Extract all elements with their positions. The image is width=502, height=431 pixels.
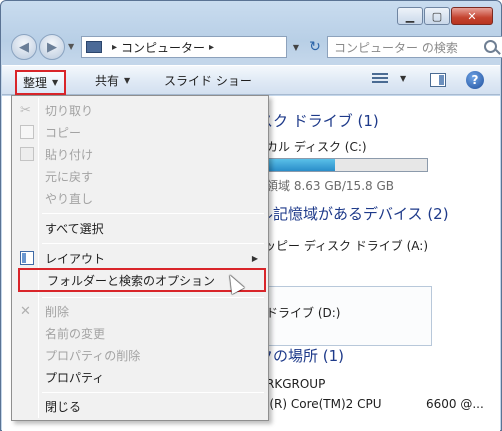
forward-arrow-icon: ▶ (47, 39, 57, 55)
slideshow-label: スライド ショー (164, 74, 252, 88)
back-button[interactable]: ◀ (11, 34, 37, 60)
scissors-icon (20, 103, 34, 117)
organize-label: 整理 (23, 76, 48, 90)
menu-item-select-all[interactable]: すべて選択 (14, 217, 266, 239)
menu-item-label: プロパティの削除 (45, 348, 141, 363)
address-bar[interactable]: ▸ コンピューター ▸ (81, 36, 287, 58)
menu-item-label: コピー (45, 125, 82, 140)
menu-item-layout[interactable]: レイアウト ▶ (14, 247, 266, 269)
address-history-dropdown-icon[interactable]: ▼ (287, 36, 305, 58)
menu-separator (42, 243, 264, 244)
section-header-hard-disk[interactable]: スク ドライブ (1) (258, 110, 379, 131)
computer-icon (86, 41, 102, 53)
refresh-icon[interactable]: ↻ (305, 36, 325, 58)
drive-c-free-space: 領域 8.63 GB/15.8 GB (266, 179, 394, 193)
menu-separator (42, 297, 264, 298)
menu-item-redo[interactable]: やり直し (14, 187, 266, 209)
menu-item-rename[interactable]: 名前の変更 (14, 322, 266, 344)
share-label: 共有 (95, 74, 120, 88)
chevron-down-icon: ▼ (124, 76, 131, 85)
change-view-icon[interactable] (372, 73, 388, 87)
menu-item-label: 元に戻す (45, 169, 94, 184)
minimize-icon: ▁ (405, 9, 415, 23)
floppy-drive-name[interactable]: ッピー ディスク ドライブ (A:) (264, 237, 428, 254)
cpu-info: l(R) Core(TM)2 CPU (266, 397, 382, 411)
menu-item-label: やり直し (45, 191, 94, 206)
delete-icon (20, 304, 34, 318)
menu-item-cut[interactable]: 切り取り (14, 99, 266, 121)
menu-item-label: フォルダーと検索のオプション (47, 273, 216, 288)
menu-item-properties[interactable]: プロパティ (14, 366, 266, 388)
organize-button[interactable]: 整理 ▼ (15, 70, 67, 95)
layout-icon (20, 251, 34, 265)
menu-item-remove-properties[interactable]: プロパティの削除 (14, 344, 266, 366)
maximize-button[interactable]: ▢ (424, 7, 450, 25)
help-icon[interactable]: ? (466, 71, 484, 89)
cpu-speed: 6600 @... (426, 397, 484, 411)
menu-item-label: 名前の変更 (45, 326, 106, 341)
search-input[interactable]: コンピューター の検索 (327, 36, 502, 58)
forward-button[interactable]: ▶ (39, 34, 65, 60)
explorer-window: ▁ ▢ ✕ ◀ ▶ ▼ ▸ コンピューター ▸ ▼ ↻ コンピューター の検索 … (0, 0, 502, 431)
breadcrumb-separator-icon[interactable]: ▸ (209, 42, 214, 53)
dvd-drive-name[interactable]: ドライブ (D:) (266, 304, 340, 321)
minimize-button[interactable]: ▁ (397, 7, 423, 25)
copy-icon (20, 125, 34, 139)
slideshow-button[interactable]: スライド ショー (164, 72, 252, 89)
menu-item-label: プロパティ (45, 370, 105, 385)
command-bar: 整理 ▼ 共有 ▼ スライド ショー ▼ ? (2, 65, 500, 95)
back-arrow-icon: ◀ (19, 39, 29, 55)
search-placeholder: コンピューター の検索 (334, 40, 458, 55)
drive-c-name[interactable]: カル ディスク (C:) (266, 138, 367, 155)
recent-pages-dropdown-icon[interactable]: ▼ (68, 42, 74, 51)
workgroup-info: RKGROUP (266, 377, 326, 391)
menu-item-label: レイアウト (45, 251, 106, 266)
menu-item-delete[interactable]: 削除 (14, 300, 266, 322)
menu-item-label: 貼り付け (45, 147, 94, 162)
menu-item-undo[interactable]: 元に戻す (14, 165, 266, 187)
organize-dropdown-menu: 切り取り コピー 貼り付け 元に戻す やり直し すべて選択 レイアウト ▶ フォ… (11, 95, 269, 421)
menu-item-paste[interactable]: 貼り付け (14, 143, 266, 165)
drive-c-usage-bar (258, 158, 428, 172)
caption-buttons: ▁ ▢ ✕ (396, 7, 493, 25)
close-icon: ✕ (467, 9, 477, 23)
navigation-bar: ◀ ▶ ▼ ▸ コンピューター ▸ ▼ ↻ コンピューター の検索 (9, 34, 502, 60)
menu-separator (42, 392, 264, 393)
menu-item-copy[interactable]: コピー (14, 121, 266, 143)
view-options-dropdown-icon[interactable]: ▼ (400, 74, 406, 83)
close-button[interactable]: ✕ (451, 7, 493, 25)
search-icon[interactable] (484, 40, 497, 53)
preview-pane-icon[interactable] (430, 73, 446, 87)
menu-separator (42, 213, 264, 214)
menu-item-label: 切り取り (45, 103, 94, 118)
menu-item-label: 閉じる (45, 399, 82, 414)
paste-icon (20, 147, 34, 161)
chevron-down-icon: ▼ (52, 78, 59, 87)
menu-item-label: 削除 (45, 304, 70, 319)
drive-c-usage-fill (259, 159, 335, 171)
breadcrumb-separator-icon[interactable]: ▸ (112, 42, 117, 53)
share-button[interactable]: 共有 ▼ (95, 72, 130, 89)
section-header-removable[interactable]: ル記憶域があるデバイス (2) (258, 203, 449, 224)
breadcrumb-computer[interactable]: コンピューター (121, 39, 205, 56)
submenu-arrow-icon: ▶ (251, 253, 258, 263)
section-header-other[interactable]: クの場所 (1) (258, 345, 344, 366)
menu-item-close[interactable]: 閉じる (14, 395, 266, 417)
menu-item-label: すべて選択 (45, 221, 104, 236)
maximize-icon: ▢ (431, 9, 443, 23)
